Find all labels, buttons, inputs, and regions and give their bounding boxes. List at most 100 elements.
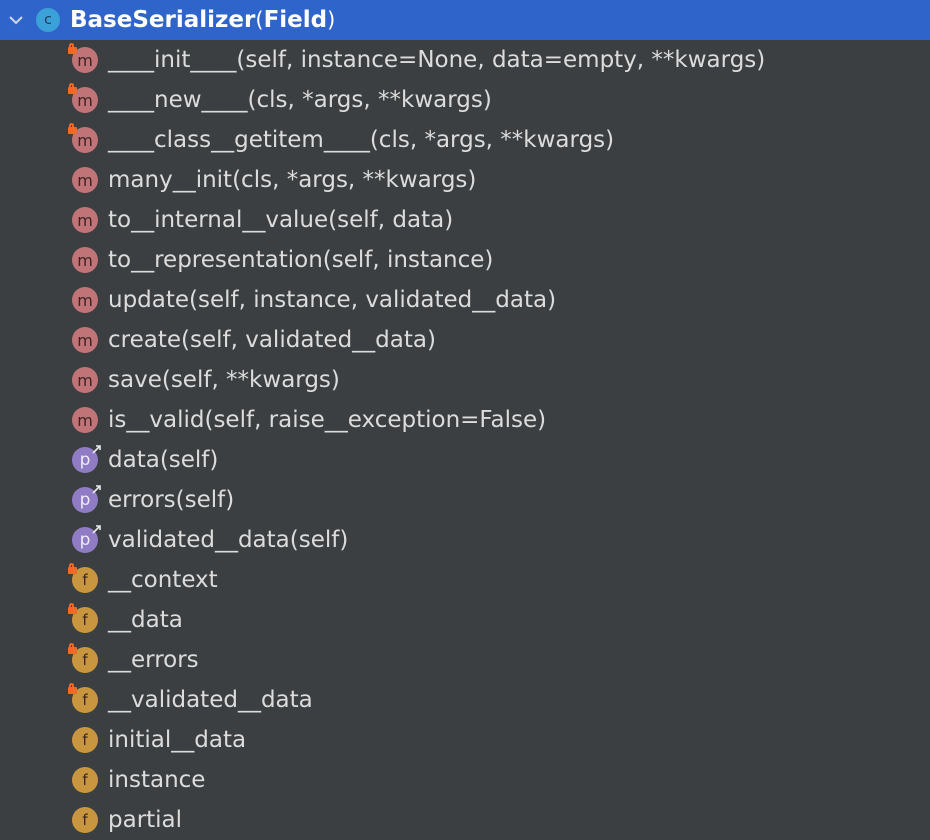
field-icon: f — [72, 727, 98, 753]
field-icon: f — [68, 563, 98, 593]
member-name: errors — [108, 487, 176, 513]
lock-icon — [68, 643, 77, 654]
icon-letter: f — [82, 731, 88, 749]
tree-item-member[interactable]: m is__valid(self, raise__exception=False) — [0, 400, 930, 440]
method-icon: m — [68, 123, 98, 153]
member-params: (cls, *args, **kwargs) — [247, 87, 492, 113]
member-label: errors(self) — [108, 487, 234, 513]
method-icon: m — [72, 167, 98, 193]
member-name: create — [108, 327, 182, 353]
member-name: initial__data — [108, 727, 247, 753]
member-params: (self, instance) — [322, 247, 494, 273]
member-name: partial — [108, 807, 183, 833]
member-label: to__representation(self, instance) — [108, 247, 493, 273]
method-icon: m — [72, 287, 98, 313]
member-label: __validated__data — [108, 687, 313, 713]
member-label: validated__data(self) — [108, 527, 348, 553]
member-params: (self, raise__exception=False) — [204, 407, 547, 433]
member-label: initial__data — [108, 727, 246, 753]
member-label: data(self) — [108, 447, 218, 473]
tree-item-member[interactable]: f initial__data — [0, 720, 930, 760]
tree-item-member[interactable]: p validated__data(self) — [0, 520, 930, 560]
tree-item-member[interactable]: m many__init(cls, *args, **kwargs) — [0, 160, 930, 200]
tree-item-member[interactable]: f partial — [0, 800, 930, 840]
icon-letter: m — [77, 410, 93, 430]
icon-letter: p — [79, 450, 91, 470]
member-name: to__representation — [108, 247, 323, 273]
property-icon: p — [72, 445, 101, 473]
class-node-row[interactable]: c BaseSerializer(Field) — [0, 0, 930, 40]
icon-letter: p — [79, 490, 91, 510]
method-icon: m — [72, 367, 98, 393]
tree-item-member[interactable]: m ____init____(self, instance=None, data=… — [0, 40, 930, 80]
member-name: __validated__data — [108, 687, 313, 713]
member-label: __data — [108, 607, 183, 633]
member-label: ____class__getitem____(cls, *args, **kwa… — [108, 127, 614, 153]
structure-tree: c BaseSerializer(Field) m ____init____(se… — [0, 0, 930, 840]
tree-item-member[interactable]: m ____new____(cls, *args, **kwargs) — [0, 80, 930, 120]
property-arrow-icon — [92, 524, 102, 536]
lock-icon — [68, 43, 77, 54]
field-icon: f — [68, 683, 98, 713]
member-name: update — [108, 287, 190, 313]
tree-item-member[interactable]: p data(self) — [0, 440, 930, 480]
method-icon: m — [68, 43, 98, 73]
member-name: many__init — [108, 167, 233, 193]
method-icon: m — [72, 407, 98, 433]
member-label: update(self, instance, validated__data) — [108, 287, 556, 313]
tree-item-member[interactable]: f instance — [0, 760, 930, 800]
icon-letter: f — [82, 611, 88, 629]
icon-letter: m — [77, 90, 93, 110]
member-name: __context — [108, 567, 218, 593]
member-params: (self, **kwargs) — [161, 367, 340, 393]
tree-item-member[interactable]: f __context — [0, 560, 930, 600]
tree-item-member[interactable]: m save(self, **kwargs) — [0, 360, 930, 400]
icon-letter: p — [79, 530, 91, 550]
method-icon: m — [68, 83, 98, 113]
tree-item-member[interactable]: f __validated__data — [0, 680, 930, 720]
icon-letter: m — [77, 50, 93, 70]
member-params: (self) — [289, 527, 349, 553]
icon-letter: f — [82, 691, 88, 709]
field-icon: f — [68, 643, 98, 673]
member-name: __errors — [108, 647, 199, 673]
icon-letter: m — [77, 290, 93, 310]
tree-item-member[interactable]: f __errors — [0, 640, 930, 680]
tree-item-member[interactable]: m update(self, instance, validated__data) — [0, 280, 930, 320]
icon-letter: f — [82, 771, 88, 789]
class-base: Field — [263, 7, 328, 33]
member-params: (self, instance=None, data=empty, **kwar… — [236, 47, 766, 73]
member-name: is__valid — [108, 407, 205, 433]
method-icon: m — [72, 327, 98, 353]
member-name: validated__data — [108, 527, 290, 553]
property-arrow-icon — [92, 444, 102, 456]
member-name: __data — [108, 607, 183, 633]
icon-letter: m — [77, 170, 93, 190]
method-icon: m — [72, 247, 98, 273]
icon-letter: m — [77, 370, 93, 390]
field-icon: f — [72, 807, 98, 833]
member-label: ____init____(self, instance=None, data=e… — [108, 47, 765, 73]
lock-icon — [68, 123, 77, 134]
property-arrow-icon — [92, 484, 102, 496]
member-label: is__valid(self, raise__exception=False) — [108, 407, 546, 433]
class-icon: c — [36, 8, 60, 32]
tree-item-member[interactable]: p errors(self) — [0, 480, 930, 520]
tree-item-member[interactable]: m to__representation(self, instance) — [0, 240, 930, 280]
member-label: to__internal__value(self, data) — [108, 207, 453, 233]
tree-item-member[interactable]: m to__internal__value(self, data) — [0, 200, 930, 240]
close-paren: ) — [327, 8, 336, 32]
tree-item-member[interactable]: m ____class__getitem____(cls, *args, **kw… — [0, 120, 930, 160]
member-label: __context — [108, 567, 218, 593]
tree-item-member[interactable]: m create(self, validated__data) — [0, 320, 930, 360]
lock-icon — [68, 603, 77, 614]
member-params: (self) — [175, 487, 235, 513]
icon-letter: m — [77, 250, 93, 270]
chevron-down-icon[interactable] — [6, 10, 26, 30]
icon-letter: f — [82, 571, 88, 589]
member-name: save — [108, 367, 162, 393]
member-name: ____init____ — [108, 47, 237, 73]
member-label: __errors — [108, 647, 199, 673]
property-icon: p — [72, 525, 101, 553]
tree-item-member[interactable]: f __data — [0, 600, 930, 640]
